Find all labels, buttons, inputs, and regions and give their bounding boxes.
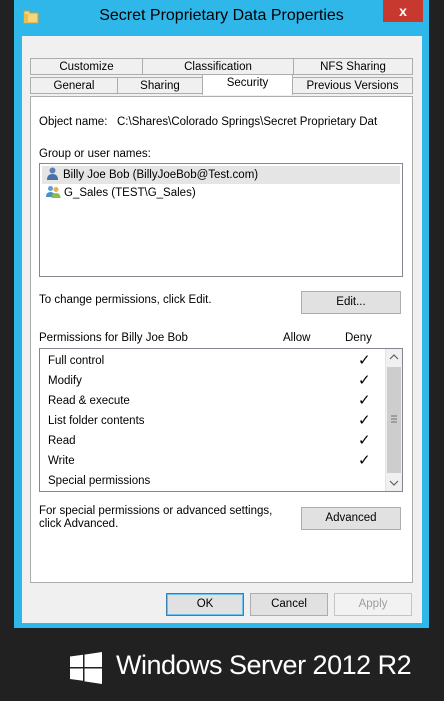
advanced-hint-line-1: For special permissions or advanced sett… <box>39 505 273 517</box>
scroll-down-icon[interactable] <box>386 474 402 491</box>
deny-checkmark: ✓ <box>358 352 371 369</box>
security-panel: Object name: C:\Shares\Colorado Springs\… <box>30 96 413 583</box>
group-icon <box>46 186 61 198</box>
list-item: Full control <box>48 351 348 371</box>
tab-nfs-sharing[interactable]: NFS Sharing <box>293 58 413 75</box>
dialog-body: Customize Classification NFS Sharing Gen… <box>22 36 422 623</box>
window-title: Secret Proprietary Data Properties <box>99 7 344 24</box>
edit-button[interactable]: Edit... <box>301 291 401 314</box>
permission-name: Special permissions <box>48 475 151 487</box>
list-item: Write <box>48 451 348 471</box>
change-hint: To change permissions, click Edit. <box>39 294 212 306</box>
close-button[interactable]: x <box>383 0 423 22</box>
deny-header: Deny <box>345 332 372 344</box>
object-name-value: C:\Shares\Colorado Springs\Secret Propri… <box>117 116 378 128</box>
title-bar[interactable]: Secret Proprietary Data Properties x <box>14 0 429 33</box>
windows-server-brand-text: Windows Server 2012 R2 <box>116 650 412 680</box>
advanced-hint-line-2: click Advanced. <box>39 518 119 530</box>
list-item[interactable]: G_Sales (TEST\G_Sales) <box>42 184 400 202</box>
tab-general[interactable]: General <box>30 77 118 94</box>
tab-customize[interactable]: Customize <box>30 58 143 75</box>
scroll-up-icon[interactable] <box>386 349 402 366</box>
allow-header: Allow <box>283 332 311 344</box>
tab-security[interactable]: Security <box>202 74 293 95</box>
list-item: Read & execute <box>48 391 348 411</box>
user-name: Billy Joe Bob (BillyJoeBob@Test.com) <box>63 169 259 181</box>
list-item[interactable]: Billy Joe Bob (BillyJoeBob@Test.com) <box>42 166 400 184</box>
deny-checkmark: ✓ <box>358 412 371 429</box>
permission-name: Modify <box>48 375 82 387</box>
permission-name: Write <box>48 455 75 467</box>
deny-checkmark: ✓ <box>358 432 371 449</box>
list-item: Modify <box>48 371 348 391</box>
ok-button[interactable]: OK <box>166 593 244 616</box>
cancel-button[interactable]: Cancel <box>250 593 328 616</box>
scroll-thumb[interactable] <box>387 367 401 473</box>
deny-checkmark: ✓ <box>358 392 371 409</box>
permission-name: Full control <box>48 355 105 367</box>
tab-previous-versions[interactable]: Previous Versions <box>292 77 413 94</box>
permission-name: Read <box>48 435 76 447</box>
permission-name: List folder contents <box>48 415 145 427</box>
list-item: Read <box>48 431 348 451</box>
scrollbar[interactable] <box>385 349 402 491</box>
user-icon <box>47 167 58 180</box>
user-list[interactable]: Billy Joe Bob (BillyJoeBob@Test.com) G_S… <box>39 163 403 277</box>
permissions-list[interactable]: Full control ✓ Modify ✓ Read & execute ✓… <box>39 348 403 492</box>
list-item: List folder contents <box>48 411 348 431</box>
deny-checkmark: ✓ <box>358 372 371 389</box>
apply-button[interactable]: Apply <box>334 593 412 616</box>
deny-checkmark: ✓ <box>358 452 371 469</box>
groups-label: Group or user names: <box>39 148 151 160</box>
windows-logo-icon <box>70 652 102 684</box>
tab-classification[interactable]: Classification <box>142 58 294 75</box>
group-name: G_Sales (TEST\G_Sales) <box>64 187 196 199</box>
permissions-label: Permissions for Billy Joe Bob <box>39 332 188 344</box>
tab-sharing[interactable]: Sharing <box>117 77 203 94</box>
list-item: Special permissions <box>48 471 348 491</box>
permission-name: Read & execute <box>48 395 130 407</box>
advanced-button[interactable]: Advanced <box>301 507 401 530</box>
properties-window: Secret Proprietary Data Properties x Cus… <box>14 0 429 628</box>
object-name-label: Object name: <box>39 116 108 128</box>
